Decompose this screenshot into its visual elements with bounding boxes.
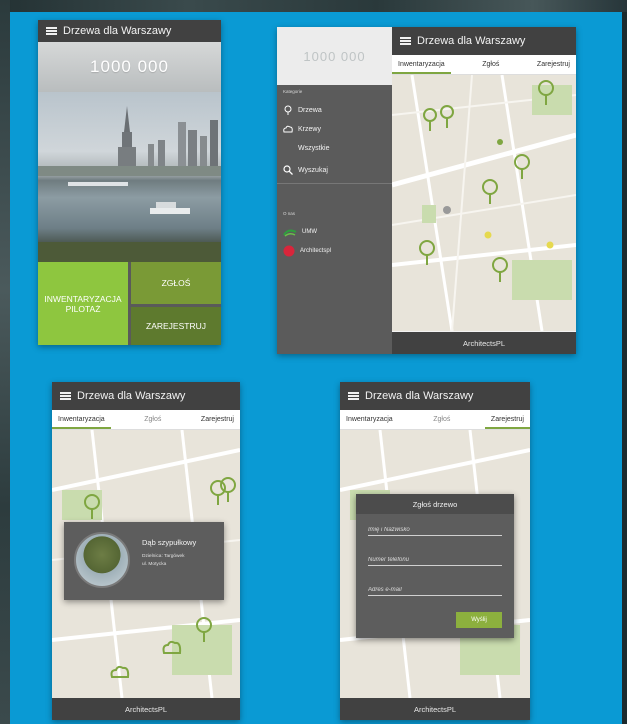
drawer-category-label: Kategorie — [283, 89, 303, 94]
menu-icon[interactable] — [60, 392, 71, 400]
drawer-counter: 1000 000 — [303, 48, 366, 64]
tab-report[interactable]: Zgłoś — [144, 410, 161, 429]
report-tile[interactable]: ZGŁOŚ — [131, 262, 221, 304]
app-bar: Drzewa dla Warszawy — [392, 27, 576, 55]
navigation-drawer: 1000 000 Kategorie Drzewa Krzewy Wszystk… — [277, 27, 392, 354]
drawer-logo: 1000 000 — [277, 27, 392, 85]
register-tile[interactable]: ZAREJESTRUJ — [131, 307, 221, 345]
report-tree-screen: Drzewa dla Warszawy Inwentaryzacja Zgłoś… — [340, 382, 530, 720]
tree-details-screen: Drzewa dla Warszawy Inwentaryzacja Zgłoś… — [52, 382, 240, 720]
shrub-marker — [497, 139, 503, 145]
tab-bar: Inwentaryzacja Zgłoś Zarejestruj — [392, 55, 576, 75]
app-bar: Drzewa dla Warszawy — [52, 382, 240, 410]
search-icon — [283, 165, 293, 175]
drawer-item-shrubs[interactable]: Krzewy — [283, 125, 321, 133]
tab-register[interactable]: Zarejestruj — [484, 410, 530, 429]
drawer-partner-architectspl[interactable]: Architectspl — [283, 245, 331, 257]
tab-inventory[interactable]: Inwentaryzacja — [52, 410, 111, 429]
inventory-tile-label: INWENTARYZACJA PILOTAŻ — [44, 293, 122, 314]
drawer-item-label: Drzewa — [298, 106, 322, 114]
pending-marker — [546, 241, 554, 249]
menu-icon[interactable] — [348, 392, 359, 400]
drawer-item-search[interactable]: Wyszukaj — [283, 165, 328, 175]
report-tile-label: ZGŁOŚ — [161, 278, 191, 288]
skyline-illustration — [38, 106, 221, 262]
app-bar: Drzewa dla Warszawy — [38, 20, 221, 42]
drawer-item-all[interactable]: Wszystkie — [298, 145, 330, 152]
drawer-item-trees[interactable]: Drzewa — [283, 105, 322, 115]
footer-bar: ArchitectsPL — [392, 332, 576, 354]
drawer-partner-umw[interactable]: UMW — [283, 227, 317, 237]
tree-counter-value: 1000 000 — [90, 57, 169, 76]
drawer-item-label: Wszystkie — [298, 145, 330, 152]
footer-label: ArchitectsPL — [124, 704, 168, 714]
phone-field[interactable] — [368, 554, 502, 566]
footer-label: ArchitectsPL — [462, 338, 506, 348]
register-tile-label: ZAREJESTRUJ — [146, 321, 206, 331]
drawer-item-label: Krzewy — [298, 125, 321, 133]
menu-icon[interactable] — [400, 37, 411, 45]
tree-photo-thumbnail — [74, 532, 130, 588]
menu-icon[interactable] — [46, 27, 57, 35]
background-building-strip — [0, 0, 627, 12]
background-building-edge — [0, 0, 10, 724]
tab-bar: Inwentaryzacja Zgłoś Zarejestruj — [340, 410, 530, 430]
tab-report[interactable]: Zgłoś — [433, 410, 450, 429]
footer-label: ArchitectsPL — [413, 704, 457, 714]
app-title: Drzewa dla Warszawy — [417, 35, 526, 47]
tree-species-name: Dąb szypułkowy — [142, 538, 197, 547]
send-button[interactable]: Wyślij — [456, 612, 502, 628]
drawer-partner-label: Architectspl — [300, 248, 332, 254]
tab-bar: Inwentaryzacja Zgłoś Zarejestruj — [52, 410, 240, 430]
tree-counter: 1000 000 — [38, 42, 221, 92]
report-dialog-title: Zgłoś drzewo — [356, 494, 514, 514]
shrub-icon — [283, 125, 293, 133]
pending-marker — [484, 231, 492, 239]
tree-district: Dzielnica: Targówek — [142, 554, 185, 559]
warsaw-skyline-photo — [38, 92, 221, 262]
tree-street: ul. Motycka — [142, 562, 167, 567]
tab-report[interactable]: Zgłoś — [482, 55, 499, 74]
name-field[interactable] — [368, 524, 502, 536]
report-dialog: Zgłoś drzewo Wyślij — [356, 494, 514, 638]
inventory-tile[interactable]: INWENTARYZACJA PILOTAŻ — [38, 262, 128, 345]
app-title: Drzewa dla Warszawy — [365, 390, 474, 402]
presentation-panel: Drzewa dla Warszawy 1000 000 INWENTARYZA… — [10, 12, 622, 724]
app-title: Drzewa dla Warszawy — [63, 25, 172, 37]
tab-inventory[interactable]: Inwentaryzacja — [346, 410, 393, 429]
map-canvas — [392, 75, 576, 331]
selected-marker — [443, 206, 451, 214]
tree-icon — [284, 105, 292, 115]
drawer-about-label: O nas — [283, 211, 296, 216]
tab-register[interactable]: Zarejestruj — [537, 55, 570, 74]
footer-bar: ArchitectsPL — [52, 698, 240, 720]
home-screen: Drzewa dla Warszawy 1000 000 INWENTARYZA… — [38, 20, 221, 345]
umw-logo-icon — [283, 229, 297, 237]
drawer-map-screen: 1000 000 Kategorie Drzewa Krzewy Wszystk… — [277, 27, 576, 354]
email-field[interactable] — [368, 584, 502, 596]
drawer-partner-label: UMW — [302, 229, 317, 235]
tab-inventory[interactable]: Inwentaryzacja — [392, 55, 451, 74]
footer-bar: ArchitectsPL — [340, 698, 530, 720]
map-view[interactable] — [392, 75, 576, 331]
tree-info-card[interactable]: Dąb szypułkowy Dzielnica: Targówek ul. M… — [64, 522, 224, 600]
app-title: Drzewa dla Warszawy — [77, 390, 186, 402]
tab-register[interactable]: Zarejestruj — [201, 410, 234, 429]
app-bar: Drzewa dla Warszawy — [340, 382, 530, 410]
drawer-item-label: Wyszukaj — [298, 166, 328, 174]
drawer-divider — [277, 183, 392, 184]
architectspl-logo-icon — [283, 245, 295, 257]
